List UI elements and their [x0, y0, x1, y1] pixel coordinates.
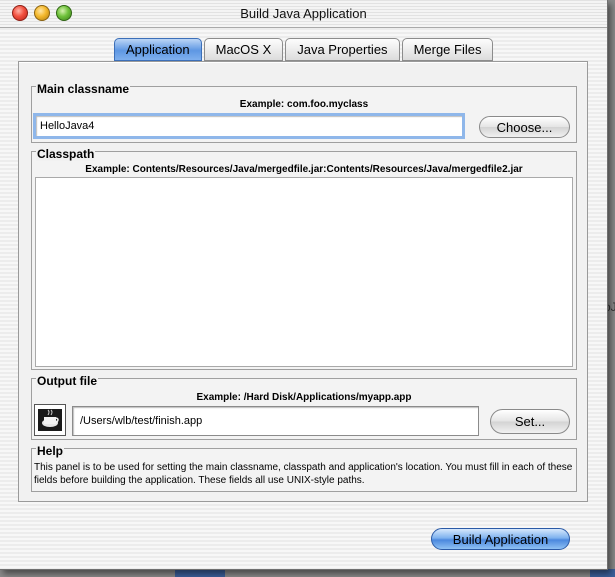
- application-tab-panel: Main classname Example: com.foo.myclass …: [18, 61, 588, 502]
- set-button[interactable]: Set...: [490, 409, 570, 434]
- title-bar[interactable]: Build Java Application: [0, 0, 607, 28]
- main-classname-field[interactable]: HelloJava4: [33, 113, 465, 139]
- output-file-heading: Output file: [36, 374, 98, 388]
- build-application-button[interactable]: Build Application: [431, 528, 570, 550]
- classpath-text-area[interactable]: [35, 177, 573, 367]
- help-text: This panel is to be used for setting the…: [34, 462, 573, 486]
- classpath-example: Example: Contents/Resources/Java/mergedf…: [85, 164, 523, 175]
- build-java-application-window: Build Java Application Application MacOS…: [0, 0, 608, 570]
- choose-button[interactable]: Choose...: [479, 116, 570, 138]
- tab-application[interactable]: Application: [114, 38, 202, 61]
- classpath-group: Classpath Example: Contents/Resources/Ja…: [31, 147, 577, 370]
- desktop-fragment: [175, 569, 225, 577]
- tab-merge-files[interactable]: Merge Files: [401, 38, 494, 61]
- desktop-fragment: [590, 569, 615, 577]
- application-file-icon: [34, 404, 66, 436]
- output-file-group: Output file Example: /Hard Disk/Applicat…: [31, 374, 577, 440]
- tab-java-properties[interactable]: Java Properties: [285, 38, 400, 61]
- classpath-heading: Classpath: [36, 147, 96, 161]
- tab-bar: Application MacOS X Java Properties Merg…: [114, 38, 494, 61]
- tab-macos-x[interactable]: MacOS X: [203, 38, 284, 61]
- output-file-example: Example: /Hard Disk/Applications/myapp.a…: [196, 392, 412, 403]
- main-classname-group: Main classname Example: com.foo.myclass …: [31, 82, 577, 143]
- window-title: Build Java Application: [240, 6, 367, 21]
- help-group: Help This panel is to be used for settin…: [31, 444, 577, 492]
- main-classname-example: Example: com.foo.myclass: [239, 99, 369, 110]
- output-file-field[interactable]: /Users/wlb/test/finish.app: [72, 406, 479, 436]
- main-classname-heading: Main classname: [36, 82, 131, 96]
- help-heading: Help: [36, 444, 65, 458]
